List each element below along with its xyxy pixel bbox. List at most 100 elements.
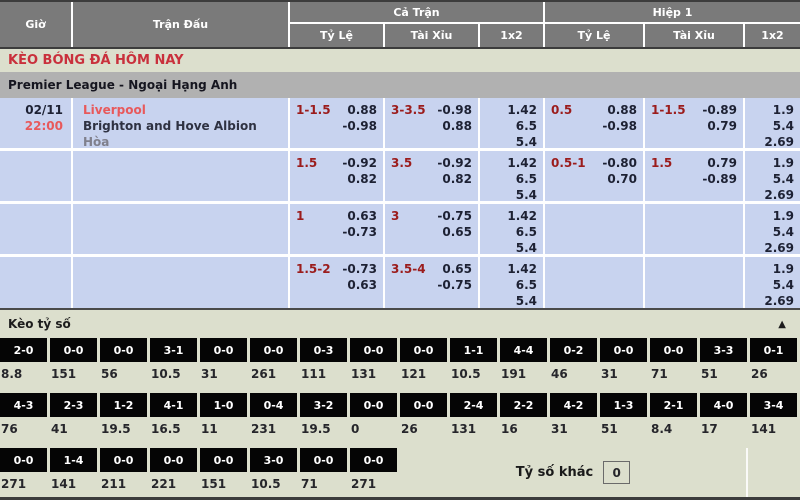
- odd-value[interactable]: 2.69: [764, 293, 794, 309]
- score-odd-value[interactable]: 26: [750, 362, 800, 381]
- odd-value[interactable]: 2.69: [764, 187, 794, 203]
- score-label: 3-4: [750, 393, 797, 417]
- odd-value[interactable]: 0.88: [607, 102, 637, 118]
- score-odd-value[interactable]: 71: [650, 362, 700, 381]
- odd-value[interactable]: 0.79: [707, 155, 737, 171]
- score-odd-value[interactable]: 8.4: [650, 417, 700, 436]
- score-odd-value[interactable]: 26: [400, 417, 450, 436]
- odd-value[interactable]: 0.79: [707, 118, 737, 134]
- score-odd-value[interactable]: 221: [150, 472, 200, 491]
- odd-value[interactable]: 6.5: [516, 171, 537, 187]
- score-odd-value[interactable]: 271: [0, 472, 50, 491]
- score-odd-value[interactable]: 51: [700, 362, 750, 381]
- odd-value[interactable]: 0.88: [347, 102, 377, 118]
- score-odd-value[interactable]: 56: [100, 362, 150, 381]
- odd-value[interactable]: 1.42: [507, 208, 537, 224]
- odd-value[interactable]: 5.4: [516, 293, 537, 309]
- odd-value[interactable]: 5.4: [773, 118, 794, 134]
- odd-value[interactable]: -0.89: [702, 102, 737, 118]
- score-odd-value[interactable]: 131: [350, 362, 400, 381]
- score-odd-value[interactable]: 211: [100, 472, 150, 491]
- odd-value[interactable]: 5.4: [516, 240, 537, 256]
- odd-value[interactable]: -0.92: [437, 155, 472, 171]
- score-odds-col: 0-0271: [0, 448, 50, 497]
- collapse-arrow-icon[interactable]: ▲: [778, 319, 800, 330]
- score-odd-value[interactable]: 46: [550, 362, 600, 381]
- odd-value[interactable]: -0.80: [602, 155, 637, 171]
- odd-value[interactable]: 0.63: [347, 208, 377, 224]
- score-odd-value[interactable]: 19.5: [300, 417, 350, 436]
- h1-1x2-cell: 1.9 5.4 2.69: [745, 151, 800, 201]
- odd-value[interactable]: -0.98: [437, 102, 472, 118]
- odd-value[interactable]: 1.9: [773, 102, 794, 118]
- score-odd-value[interactable]: 141: [750, 417, 800, 436]
- score-odd-value[interactable]: 41: [50, 417, 100, 436]
- score-odd-value[interactable]: 231: [250, 417, 300, 436]
- h1-1x2-cell: 1.9 5.4 2.69: [745, 257, 800, 308]
- score-odd-value[interactable]: 141: [50, 472, 100, 491]
- odd-value[interactable]: 1.9: [773, 208, 794, 224]
- score-odd-value[interactable]: 151: [50, 362, 100, 381]
- score-odd-value[interactable]: 261: [250, 362, 300, 381]
- odd-value[interactable]: -0.98: [342, 118, 377, 134]
- odd-value[interactable]: 1.9: [773, 155, 794, 171]
- score-odd-value[interactable]: 121: [400, 362, 450, 381]
- odd-value[interactable]: 0.82: [347, 171, 377, 187]
- odd-value[interactable]: -0.98: [602, 118, 637, 134]
- header-match: Trận Đấu: [73, 2, 290, 47]
- odd-value[interactable]: 2.69: [764, 240, 794, 256]
- score-odd-value[interactable]: 111: [300, 362, 350, 381]
- score-odd-value[interactable]: 10.5: [250, 472, 300, 491]
- score-odd-value[interactable]: 10.5: [450, 362, 500, 381]
- odd-value[interactable]: -0.89: [702, 171, 737, 187]
- score-odd-value[interactable]: 271: [350, 472, 400, 491]
- score-odd-value[interactable]: 11: [200, 417, 250, 436]
- match-odds-table: 02/11 22:00 Liverpool Brighton and Hove …: [0, 98, 800, 308]
- odd-value[interactable]: -0.75: [437, 277, 472, 293]
- odd-value[interactable]: 1.9: [773, 261, 794, 277]
- score-odd-value[interactable]: 51: [600, 417, 650, 436]
- odd-value[interactable]: 0.65: [442, 261, 472, 277]
- odd-value[interactable]: 0.70: [607, 171, 637, 187]
- score-odd-value[interactable]: 31: [200, 362, 250, 381]
- odd-value[interactable]: 0.82: [442, 171, 472, 187]
- odd-value[interactable]: 1.42: [507, 261, 537, 277]
- odd-value[interactable]: -0.92: [342, 155, 377, 171]
- score-odds-col: 1-351: [600, 393, 650, 445]
- score-odd-value[interactable]: 131: [450, 417, 500, 436]
- odd-value[interactable]: 6.5: [516, 118, 537, 134]
- score-odd-value[interactable]: 16.5: [150, 417, 200, 436]
- odd-value[interactable]: -0.73: [342, 261, 377, 277]
- score-odd-value[interactable]: 19.5: [100, 417, 150, 436]
- odd-value[interactable]: 2.69: [764, 134, 794, 150]
- odd-value[interactable]: 5.4: [773, 224, 794, 240]
- score-odd-value[interactable]: 191: [500, 362, 550, 381]
- score-odds-col: 1-4141: [50, 448, 100, 497]
- score-odd-value[interactable]: 76: [0, 417, 50, 436]
- other-score-input[interactable]: 0: [603, 461, 630, 484]
- score-odd-value[interactable]: 151: [200, 472, 250, 491]
- odd-value[interactable]: 0.63: [347, 277, 377, 293]
- score-odd-value[interactable]: 16: [500, 417, 550, 436]
- odd-value[interactable]: 1.42: [507, 102, 537, 118]
- odd-value[interactable]: 5.4: [516, 187, 537, 203]
- ft-1x2-cell: 1.42 6.5 5.4: [480, 204, 545, 254]
- odd-value[interactable]: 5.4: [773, 171, 794, 187]
- score-odd-value[interactable]: 8.8: [0, 362, 50, 381]
- odd-value[interactable]: 5.4: [516, 134, 537, 150]
- score-odd-value[interactable]: 31: [550, 417, 600, 436]
- odd-value[interactable]: 1.42: [507, 155, 537, 171]
- score-odd-value[interactable]: 71: [300, 472, 350, 491]
- odd-value[interactable]: 0.65: [442, 224, 472, 240]
- odd-value[interactable]: -0.75: [437, 208, 472, 224]
- odd-value[interactable]: 5.4: [773, 277, 794, 293]
- score-odd-value[interactable]: 10.5: [150, 362, 200, 381]
- score-odd-value[interactable]: 0: [350, 417, 400, 436]
- score-odd-value[interactable]: 17: [700, 417, 750, 436]
- odd-value[interactable]: 6.5: [516, 277, 537, 293]
- score-label: 0-0: [350, 448, 397, 472]
- odd-value[interactable]: -0.73: [342, 224, 377, 240]
- odd-value[interactable]: 0.88: [442, 118, 472, 134]
- odd-value[interactable]: 6.5: [516, 224, 537, 240]
- score-odd-value[interactable]: 31: [600, 362, 650, 381]
